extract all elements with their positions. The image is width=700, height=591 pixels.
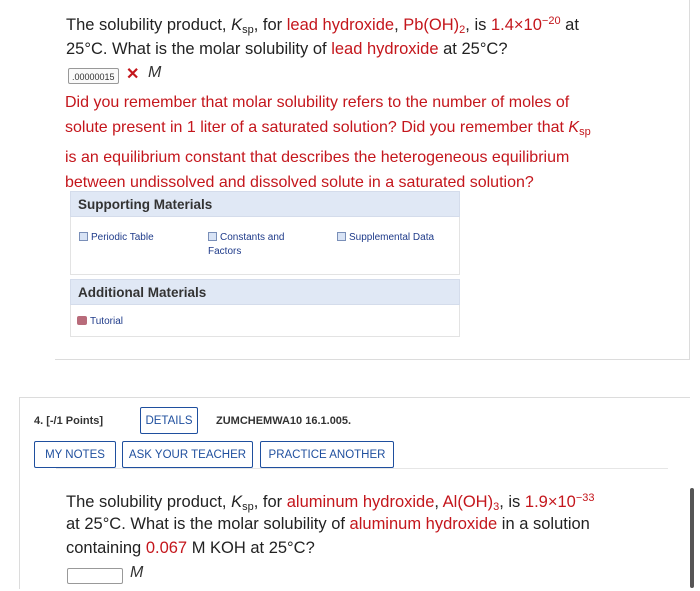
compound-name: aluminum hydroxide [286, 493, 435, 511]
answer-input[interactable]: .00000015 [68, 68, 119, 84]
ksp-subscript: sp [579, 126, 591, 138]
text: The solubility product, [66, 16, 232, 34]
text: solute present in 1 liter of a saturated… [65, 119, 569, 136]
ksp-symbol: K [231, 16, 243, 34]
ksp-exponent: −20 [541, 15, 561, 27]
compound-name: lead hydroxide [286, 16, 395, 34]
feedback-line: solute present in 1 liter of a saturated… [65, 115, 675, 145]
feedback-message: Did you remember that molar solubility r… [65, 90, 675, 195]
compound-formula: Pb(OH) [403, 16, 460, 34]
text: at 25°C? [438, 40, 508, 58]
additional-materials-header: Additional Materials [70, 279, 460, 305]
feedback-line: is an equilibrium constant that describe… [65, 149, 570, 166]
text: , for [253, 16, 287, 34]
x-mark-icon: ✕ [126, 66, 140, 83]
concentration-value: 0.067 [145, 539, 188, 557]
question-card-current: 4. [-/1 Points] DETAILS ZUMCHEMWA10 16.1… [19, 397, 690, 589]
question-text-line: containing 0.067 M KOH at 25°C? [66, 535, 676, 561]
text: , [434, 493, 443, 511]
supporting-materials-header: Supporting Materials [70, 191, 460, 217]
ksp-value: 1.9×10 [524, 493, 576, 511]
additional-materials-panel: Tutorial [70, 305, 460, 337]
text: , for [253, 493, 287, 511]
link-label: Periodic Table [91, 232, 154, 243]
my-notes-button[interactable]: MY NOTES [34, 441, 116, 468]
link-label: Supplemental Data [349, 232, 435, 243]
tutorial-link[interactable]: Tutorial [77, 315, 123, 329]
ksp-symbol: K [568, 119, 580, 136]
question-text-line: 25°C. What is the molar solubility of le… [66, 36, 676, 62]
ask-your-teacher-button[interactable]: ASK YOUR TEACHER [122, 441, 253, 468]
periodic-table-link[interactable]: Periodic Table [79, 231, 154, 245]
checkbox-icon [79, 232, 88, 241]
link-label: Tutorial [90, 316, 123, 327]
text: , is [499, 493, 525, 511]
text: , [394, 16, 404, 34]
question-text-line: at 25°C. What is the molar solubility of… [66, 511, 676, 537]
question-number: 4. [-/1 Points] [34, 415, 104, 427]
text: , is [465, 16, 491, 34]
checkbox-icon [208, 232, 217, 241]
text: at [560, 16, 579, 34]
unit-label: M [130, 564, 144, 581]
text: M KOH at 25°C? [187, 539, 315, 557]
question-card-previous: The solubility product, Ksp, for lead hy… [55, 0, 690, 360]
supplemental-data-link[interactable]: Supplemental Data [337, 231, 434, 245]
checkbox-icon [337, 232, 346, 241]
link-label: Constants and Factors [208, 232, 285, 257]
question-code: ZUMCHEMWA10 16.1.005. [216, 415, 352, 427]
details-button[interactable]: DETAILS [140, 407, 198, 434]
unit-label: M [148, 64, 162, 81]
question-body: The solubility product, Ksp, for aluminu… [56, 468, 668, 591]
text: in a solution [497, 515, 590, 533]
tutorial-icon [77, 316, 87, 325]
constants-and-factors-link[interactable]: Constants and Factors [208, 231, 298, 259]
scrollbar-thumb[interactable] [690, 488, 694, 588]
text: The solubility product, [66, 493, 232, 511]
text: at 25°C. What is the molar solubility of [66, 515, 350, 533]
ksp-symbol: K [231, 493, 243, 511]
supporting-materials-panel: Periodic Table Constants and Factors Sup… [70, 217, 460, 275]
compound-name: aluminum hydroxide [349, 515, 498, 533]
feedback-line: Did you remember that molar solubility r… [65, 94, 570, 111]
ksp-exponent: −33 [575, 492, 595, 504]
ksp-value: 1.4×10 [490, 16, 542, 34]
compound-formula: Al(OH) [442, 493, 494, 511]
answer-input[interactable] [67, 568, 123, 584]
compound-name: lead hydroxide [331, 40, 439, 58]
practice-another-button[interactable]: PRACTICE ANOTHER [260, 441, 394, 468]
text: containing [66, 539, 146, 557]
text: 25°C. What is the molar solubility of [66, 40, 332, 58]
ksp-subscript: sp [242, 24, 254, 36]
